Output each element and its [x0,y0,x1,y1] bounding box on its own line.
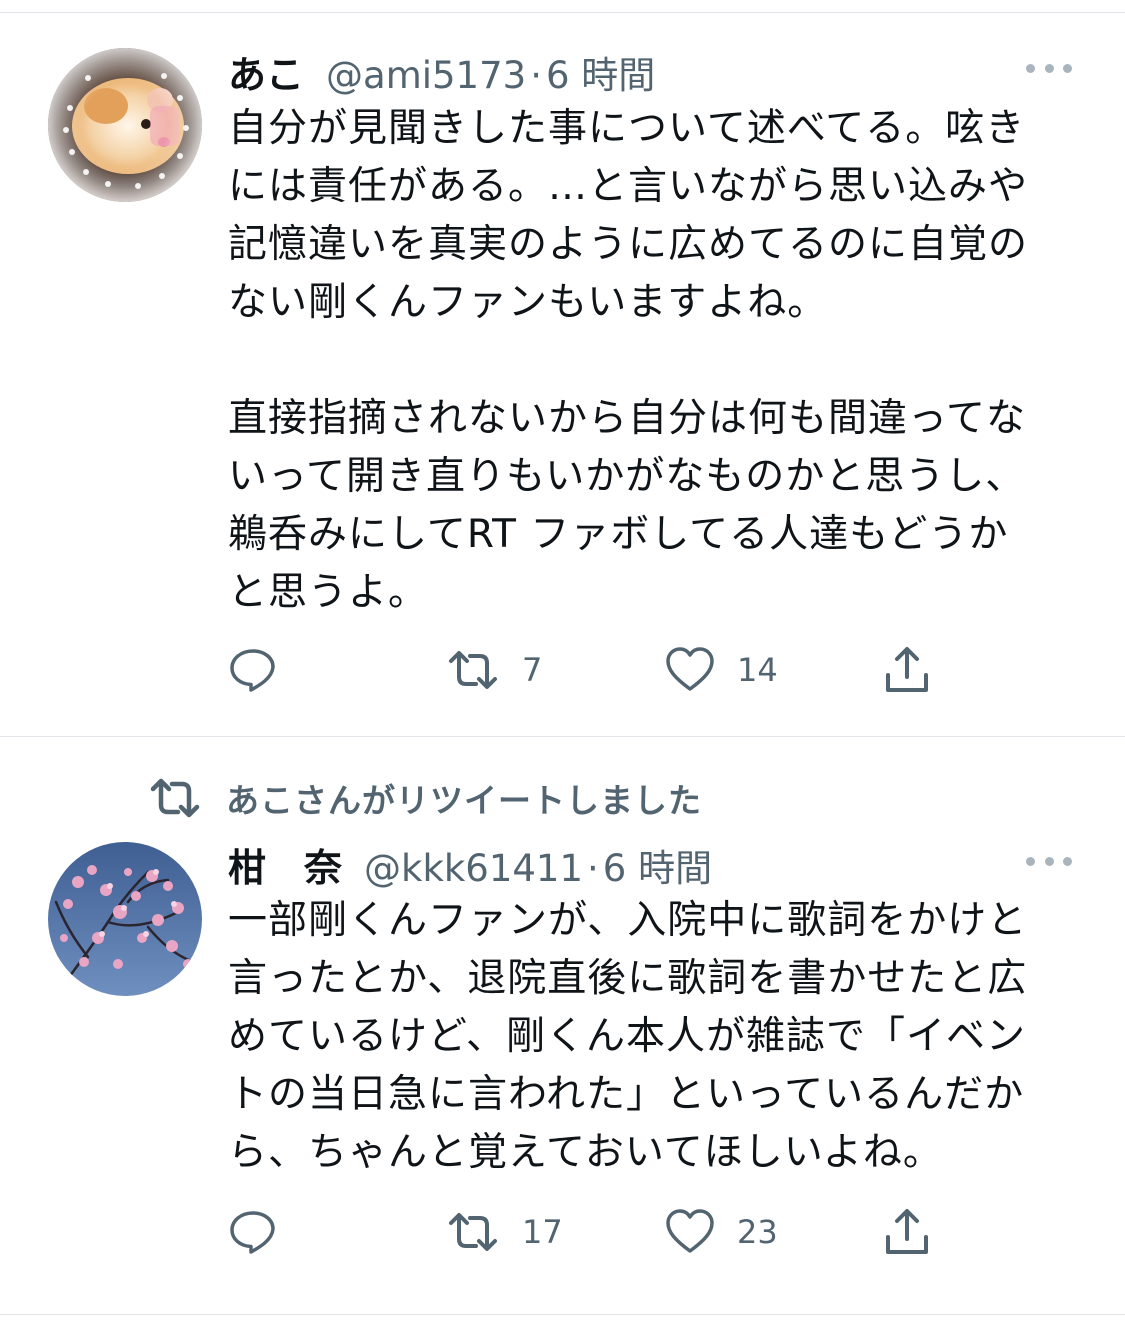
tweet-actions: 7 14 [228,645,948,695]
tweet-actions: 17 23 [228,1207,948,1257]
display-name[interactable]: あこ [228,44,304,99]
retweet-button[interactable]: 17 [446,1207,563,1257]
tweet-header: 柑 奈 @kkk61411 · 6 時間 [228,837,712,892]
like-button[interactable]: 23 [665,1207,778,1257]
like-count: 23 [737,1213,778,1251]
reply-icon [230,649,275,692]
heart-icon [666,647,714,691]
retweet-banner: あこさんがリツイートしました [148,773,702,823]
user-handle[interactable]: @kkk61411 [364,847,583,890]
bottom-divider [0,1314,1125,1315]
retweet-count: 17 [522,1213,563,1251]
retweet-button[interactable]: 7 [446,645,542,695]
user-handle[interactable]: @ami5173 [326,54,526,97]
tweet-header: あこ @ami5173 · 6 時間 [228,44,655,99]
tweet-text: 自分が見聞きした事について述べてる。呟き には責任がある。…と言いながら思い込み… [228,106,1029,615]
separator-dot: · [587,847,599,890]
share-button[interactable] [883,1207,931,1257]
retweet-icon [449,1213,497,1251]
tweet-text: 一部剛くんファンが、入院中に歌詞をかけと 言ったとか、退院直後に歌詞を書かせたと… [228,898,1028,1175]
display-name[interactable]: 柑 奈 [228,837,342,892]
retweeted-by-label[interactable]: あこさんがリツイートしました [226,774,702,822]
share-icon [886,647,928,692]
tweet-1[interactable]: あこ @ami5173 · 6 時間 自分が見聞きした事について述べてる。呟き … [0,0,1125,736]
hamster-avatar-icon [48,48,202,202]
retweet-icon [449,651,497,689]
retweet-icon [150,778,200,818]
timestamp[interactable]: 6 時間 [603,838,712,892]
avatar[interactable] [48,842,202,996]
like-button[interactable]: 14 [665,645,778,695]
share-button[interactable] [883,645,931,695]
share-icon [886,1209,928,1254]
avatar[interactable] [48,48,202,202]
more-options-icon[interactable] [1026,58,1072,78]
blossom-avatar-icon [48,842,202,996]
separator-dot: · [530,54,542,97]
reply-button[interactable] [228,1207,278,1257]
tweet-2[interactable]: あこさんがリツイートしました 柑 奈 @kkk61411 · 6 時間 一部剛く… [0,737,1125,1310]
retweet-count: 7 [522,651,543,689]
reply-button[interactable] [228,645,278,695]
like-count: 14 [737,651,778,689]
more-options-icon[interactable] [1026,851,1072,871]
timestamp[interactable]: 6 時間 [546,45,655,99]
heart-icon [666,1209,714,1253]
reply-icon [230,1211,275,1254]
